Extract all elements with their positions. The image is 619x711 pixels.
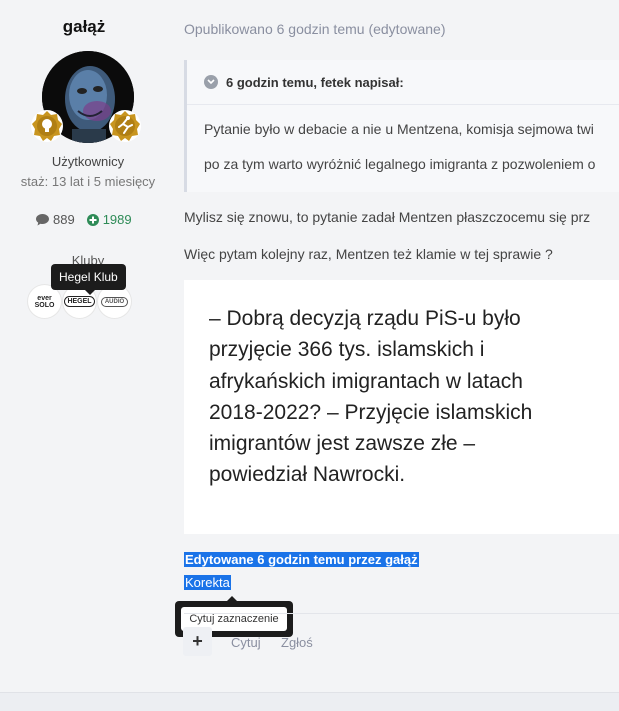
club-tooltip: Hegel Klub xyxy=(51,264,126,295)
reputation[interactable]: 1989 xyxy=(86,212,132,227)
posts-count-value: 889 xyxy=(53,212,75,227)
runner-badge-icon xyxy=(110,111,140,141)
achievement-badge-runner[interactable] xyxy=(109,110,141,142)
quote-button[interactable]: Cytuj xyxy=(231,635,261,650)
plus-icon: + xyxy=(192,631,203,651)
post-paragraph: Więc pytam kolejny raz, Mentzen też klam… xyxy=(184,246,553,262)
club-logo-text: AUDIO xyxy=(100,296,129,307)
post-paragraph: Mylisz się znowu, to pytanie zadał Mentz… xyxy=(184,209,591,225)
comment-icon xyxy=(36,213,49,225)
quote-header-text: 6 godzin temu, fetek napisał: xyxy=(226,74,404,90)
achievement-badge-bulb[interactable] xyxy=(31,110,63,142)
quote-block: 6 godzin temu, fetek napisał: Pytanie by… xyxy=(184,60,619,192)
author-role: Użytkownicy xyxy=(51,154,125,169)
quote-line: po za tym warto wyróżnić legalnego imigr… xyxy=(204,156,596,172)
report-button[interactable]: Zgłoś xyxy=(281,635,313,650)
posts-count[interactable]: 889 xyxy=(36,212,75,227)
author-stats: 889 1989 xyxy=(36,212,132,227)
author-column: gałąż Użytkownicy staż: 13 lat i 5 miesi… xyxy=(0,0,168,692)
embedded-quote-card: – Dobrą decyzją rządu PiS-u było przyjęc… xyxy=(184,280,619,534)
quote-line: Pytanie było w debacie a nie u Mentzena,… xyxy=(204,121,594,137)
club-logo-text: ever SOLO xyxy=(34,294,55,309)
quote-header[interactable]: 6 godzin temu, fetek napisał: xyxy=(187,60,619,105)
club-logo-text: HEGEL xyxy=(64,296,95,307)
post-meta[interactable]: Opublikowano 6 godzin temu (edytowane) xyxy=(184,21,446,37)
plus-circle-icon xyxy=(86,213,99,226)
reputation-value: 1989 xyxy=(102,212,132,227)
chevron-down-icon xyxy=(204,75,218,89)
post-divider xyxy=(184,613,619,614)
lightbulb-badge-icon xyxy=(32,111,62,141)
edited-note: Edytowane 6 godzin temu przez gałąż xyxy=(184,552,419,567)
add-reaction-button[interactable]: + xyxy=(183,627,212,656)
author-username[interactable]: gałąż xyxy=(0,17,168,37)
embedded-quote-text: – Dobrą decyzją rządu PiS-u było przyjęc… xyxy=(209,307,533,487)
edit-reason: Korekta xyxy=(184,575,231,590)
footer-strip xyxy=(0,692,619,711)
author-membership-duration: staż: 13 lat i 5 miesięcy xyxy=(20,174,156,189)
